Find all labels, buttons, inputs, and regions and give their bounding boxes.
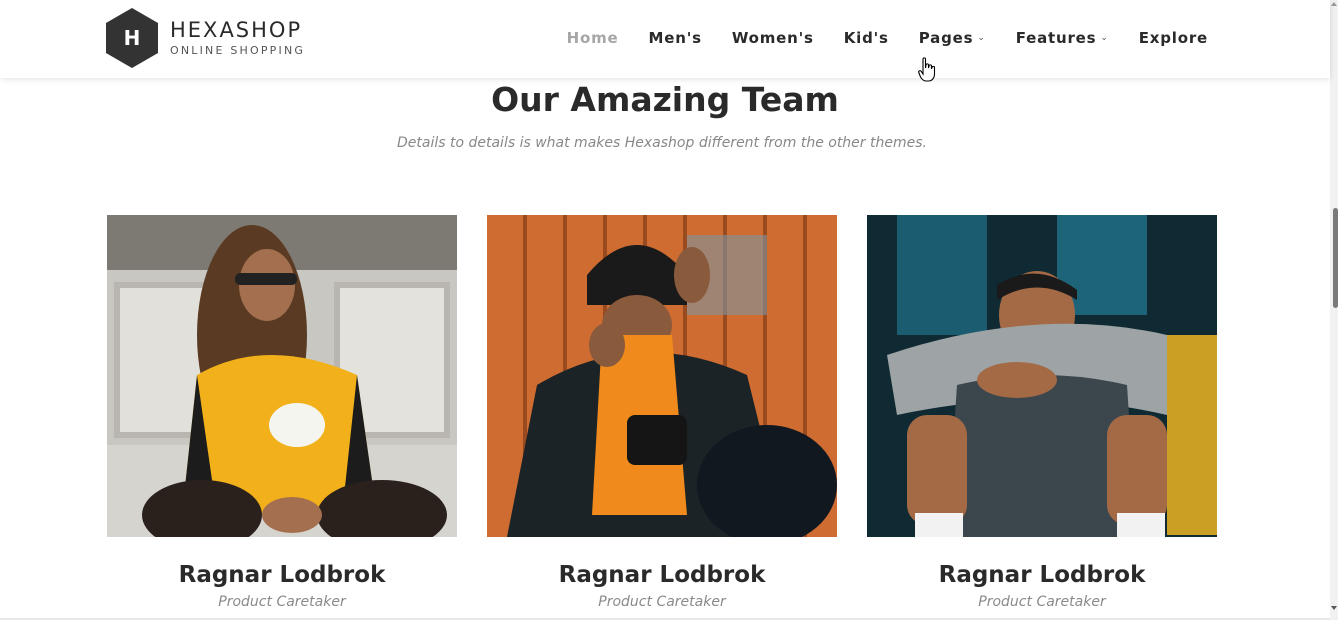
team-member-role: Product Caretaker [218, 594, 346, 610]
team-member-photo [487, 215, 837, 537]
hand-cursor-icon [918, 57, 936, 82]
team-member-card[interactable]: Ragnar Lodbrok Product Caretaker [107, 215, 457, 611]
brand-logo[interactable]: H HEXASHOP ONLINE SHOPPING [106, 8, 305, 68]
team-member-role: Product Caretaker [978, 594, 1106, 610]
team-member-photo [107, 215, 457, 537]
logo-letter: H [123, 26, 141, 50]
nav-explore[interactable]: Explore [1139, 24, 1208, 52]
brand-title: HEXASHOP [170, 18, 303, 42]
nav-mens[interactable]: Men's [649, 24, 702, 52]
nav-home[interactable]: Home [567, 24, 619, 52]
page-scrollbar[interactable] [1330, 0, 1338, 620]
team-member-name: Ragnar Lodbrok [558, 562, 766, 588]
chevron-down-icon: ⌄ [977, 33, 986, 43]
scroll-down-arrow-icon[interactable] [1331, 606, 1337, 610]
team-member-card[interactable]: Ragnar Lodbrok Product Caretaker [487, 215, 837, 611]
scroll-up-arrow-icon[interactable] [1331, 2, 1337, 6]
nav-features[interactable]: Features ⌄ [1016, 24, 1109, 52]
team-member-card[interactable]: Ragnar Lodbrok Product Caretaker [867, 215, 1217, 611]
nav-womens[interactable]: Women's [732, 24, 814, 52]
nav-kids[interactable]: Kid's [844, 24, 889, 52]
section-subtitle: Details to details is what makes Hexasho… [397, 135, 927, 151]
scrollbar-thumb[interactable] [1333, 208, 1338, 308]
team-member-name: Ragnar Lodbrok [938, 562, 1146, 588]
chevron-down-icon: ⌄ [1100, 33, 1109, 43]
section-title: Our Amazing Team [491, 80, 839, 119]
hexagon-logo-icon: H [106, 8, 158, 68]
team-member-name: Ragnar Lodbrok [178, 562, 386, 588]
main-nav: Home Men's Women's Kid's Pages ⌄ Features… [537, 24, 1208, 52]
nav-pages[interactable]: Pages ⌄ [919, 24, 986, 52]
site-header: H HEXASHOP ONLINE SHOPPING Home Men's Wo… [0, 0, 1330, 78]
brand-subtitle: ONLINE SHOPPING [170, 44, 306, 57]
team-member-photo [867, 215, 1217, 537]
team-member-role: Product Caretaker [598, 594, 726, 610]
